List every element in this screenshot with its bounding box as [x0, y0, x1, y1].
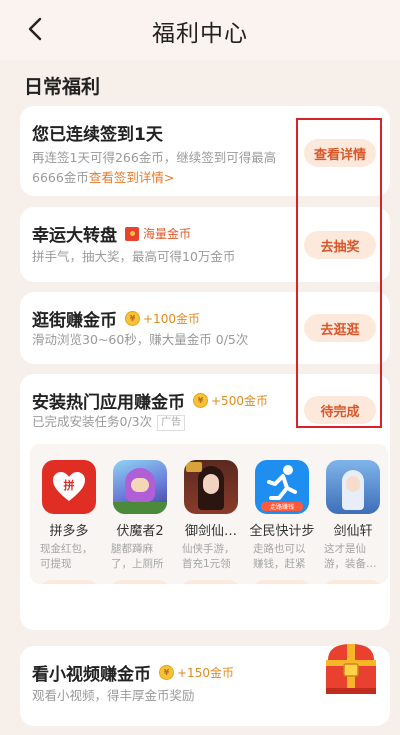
app-item-jianxian[interactable]: 剑仙轩 这才是仙游，装备… 安装	[320, 460, 386, 584]
fumozhe2-icon	[113, 460, 167, 514]
app-item-quanminkuaijibu[interactable]: 走路赚钱 全民快计步 走路也可以赚钱，赶紧来… 安装	[249, 460, 315, 584]
svg-text:走路赚钱: 走路赚钱	[270, 503, 294, 511]
wheel-badge-label: 海量金币	[143, 227, 192, 241]
wheel-badge: 海量金币	[125, 225, 191, 242]
treasure-chest-icon[interactable]	[322, 638, 380, 700]
install-button[interactable]: 安装	[110, 580, 170, 584]
app-name: 剑仙轩	[333, 524, 373, 539]
browse-badge-label: +100金币	[143, 312, 200, 326]
browse-title: 逛街赚金币	[32, 311, 117, 331]
video-title: 看小视频赚金币	[32, 665, 151, 685]
ground-shape	[113, 502, 167, 514]
app-desc: 现金红包，可提现	[40, 543, 93, 570]
red-packet-icon	[125, 226, 139, 241]
video-badge-label: +150金币	[177, 666, 234, 680]
jianxian-icon	[326, 460, 380, 514]
coin-icon: ¥	[125, 311, 140, 326]
install-badge-label: +500金币	[211, 394, 268, 408]
app-desc: 腿都蹲麻了，上厕所千万…	[111, 543, 164, 570]
signin-subtext: 再连签1天可得266金币，继续签到可得最高6666金币查看签到详情>	[32, 148, 302, 188]
section-title: 日常福利	[24, 76, 101, 98]
browse-card: 逛街赚金币 ¥ +100金币 滑动浏览30~60秒，赚大量金币 0/5次 去逛逛	[20, 292, 390, 364]
video-title-row: 看小视频赚金币 ¥ +150金币	[32, 660, 234, 685]
browse-subtext: 滑动浏览30~60秒，赚大量金币 0/5次	[32, 332, 249, 347]
app-item-yujianxian[interactable]: 御剑仙… 仙侠手游，首充1元领取… 安装	[178, 460, 244, 584]
character-face	[131, 478, 149, 492]
browse-badge: ¥ +100金币	[125, 310, 200, 327]
spin-wheel-button[interactable]: 去抽奖	[304, 231, 376, 259]
app-item-pinduoduo[interactable]: 拼 拼多多 现金红包，可提现 安装	[36, 460, 102, 584]
app-item-fumozhe2[interactable]: 伏魔者2 腿都蹲麻了，上厕所千万… 安装	[107, 460, 173, 584]
wheel-subtext: 拼手气，抽大奖，最高可得10万金币	[32, 249, 236, 264]
ad-tag: 广告	[157, 414, 186, 431]
pending-button[interactable]: 待完成	[304, 396, 376, 424]
browse-title-row: 逛街赚金币 ¥ +100金币	[32, 306, 200, 331]
face-shape	[346, 476, 360, 492]
wheel-title: 幸运大转盘	[32, 226, 117, 246]
install-badge: ¥ +500金币	[193, 392, 268, 409]
apps-carousel[interactable]: 拼 拼多多 现金红包，可提现 安装 伏魔者2 腿都蹲麻了，上厕所千万… 安装	[30, 444, 388, 584]
go-browse-button[interactable]: 去逛逛	[304, 314, 376, 342]
top-bar: 福利中心	[0, 0, 400, 60]
video-subtext: 观看小视频，得丰厚金币奖励	[32, 688, 195, 703]
signin-card: 您已连续签到1天 再连签1天可得266金币，继续签到可得最高6666金币查看签到…	[20, 106, 390, 196]
install-button[interactable]: 安装	[323, 580, 383, 584]
app-name: 御剑仙…	[184, 524, 237, 539]
quanminkuaijibu-icon: 走路赚钱	[255, 460, 309, 514]
game-badge	[186, 462, 202, 472]
svg-text:拼: 拼	[64, 478, 75, 492]
coin-icon: ¥	[193, 393, 208, 408]
app-name: 伏魔者2	[116, 524, 164, 539]
signin-detail-link[interactable]: 查看签到详情>	[89, 170, 174, 185]
coin-icon: ¥	[159, 665, 174, 680]
view-details-button[interactable]: 查看详情	[304, 139, 376, 167]
page-title: 福利中心	[152, 21, 248, 47]
install-title-row: 安装热门应用赚金币 ¥ +500金币	[32, 388, 268, 413]
signin-title: 您已连续签到1天	[32, 125, 163, 145]
install-card: 安装热门应用赚金币 ¥ +500金币 已完成安装任务0/3次 广告 待完成 拼 拼…	[20, 374, 390, 630]
install-subtext: 已完成安装任务0/3次 广告	[32, 412, 186, 432]
install-progress: 已完成安装任务0/3次	[32, 414, 153, 429]
face-shape	[203, 474, 219, 494]
app-name: 全民快计步	[249, 524, 315, 539]
install-button[interactable]: 安装	[252, 580, 312, 584]
install-button[interactable]: 安装	[39, 580, 99, 584]
yujianxian-icon	[184, 460, 238, 514]
pinduoduo-icon: 拼	[42, 460, 96, 514]
video-badge: ¥ +150金币	[159, 664, 234, 681]
install-button[interactable]: 安装	[181, 580, 241, 584]
app-name: 拼多多	[49, 524, 89, 539]
app-desc: 走路也可以赚钱，赶紧来…	[253, 543, 306, 570]
wheel-title-row: 幸运大转盘 海量金币	[32, 221, 191, 246]
app-desc: 这才是仙游，装备…	[324, 543, 377, 570]
install-title: 安装热门应用赚金币	[32, 393, 185, 413]
wheel-card: 幸运大转盘 海量金币 拼手气，抽大奖，最高可得10万金币 去抽奖	[20, 207, 390, 282]
app-desc: 仙侠手游，首充1元领取…	[182, 543, 235, 570]
